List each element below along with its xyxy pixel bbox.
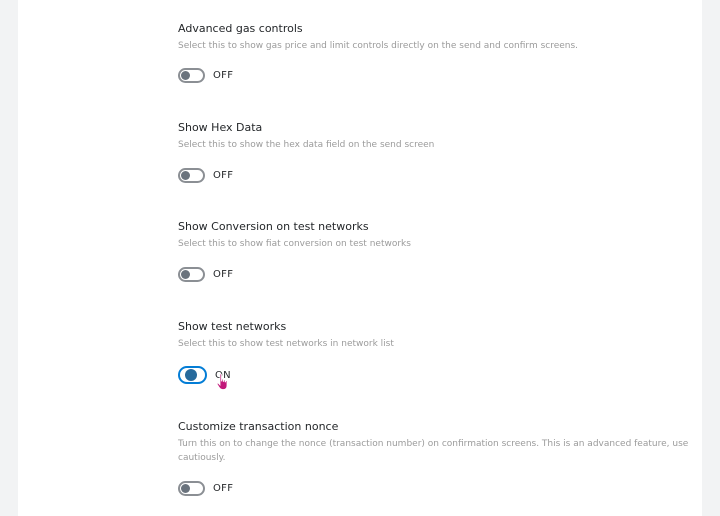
toggle-knob [181,171,190,180]
show-conversion-test-networks-toggle[interactable] [178,267,205,282]
toggle-knob [185,369,197,381]
toggle-knob [181,270,190,279]
toggle-row-show-hex-data: OFF [178,168,233,183]
setting-title: Show Hex Data [178,121,263,134]
show-test-networks-toggle[interactable] [178,366,207,384]
setting-title: Show test networks [178,320,287,333]
setting-description: Turn this on to change the nonce (transa… [178,439,689,463]
advanced-gas-controls-toggle[interactable] [178,68,205,83]
toggle-state-label: OFF [213,269,234,280]
setting-advanced-gas-controls: Advanced gas controls Select this to sho… [178,22,698,53]
setting-show-conversion-test-networks: Show Conversion on test networks Select … [178,220,698,251]
setting-title: Customize transaction nonce [178,420,339,433]
setting-title: Advanced gas controls [178,22,303,35]
setting-description: Select this to show test networks in net… [178,339,394,349]
show-hex-data-toggle[interactable] [178,168,205,183]
toggle-state-label: OFF [213,170,234,181]
setting-show-test-networks: Show test networks Select this to show t… [178,320,698,351]
setting-description: Select this to show the hex data field o… [178,140,435,150]
toggle-state-label: OFF [213,483,234,494]
toggle-knob [181,71,190,80]
toggle-row-customize-transaction-nonce: OFF [178,481,233,496]
setting-title: Show Conversion on test networks [178,220,369,233]
hand-pointer-cursor-icon [216,373,228,390]
setting-customize-transaction-nonce: Customize transaction nonce Turn this on… [178,420,698,465]
toggle-row-advanced-gas-controls: OFF [178,68,233,83]
setting-show-hex-data: Show Hex Data Select this to show the he… [178,121,698,152]
setting-description: Select this to show gas price and limit … [178,41,579,51]
setting-description: Select this to show fiat conversion on t… [178,239,411,249]
customize-transaction-nonce-toggle[interactable] [178,481,205,496]
toggle-row-show-conversion-test-networks: OFF [178,267,233,282]
toggle-knob [181,484,190,493]
toggle-state-label: OFF [213,70,234,81]
settings-panel: Advanced gas controls Select this to sho… [18,0,702,516]
